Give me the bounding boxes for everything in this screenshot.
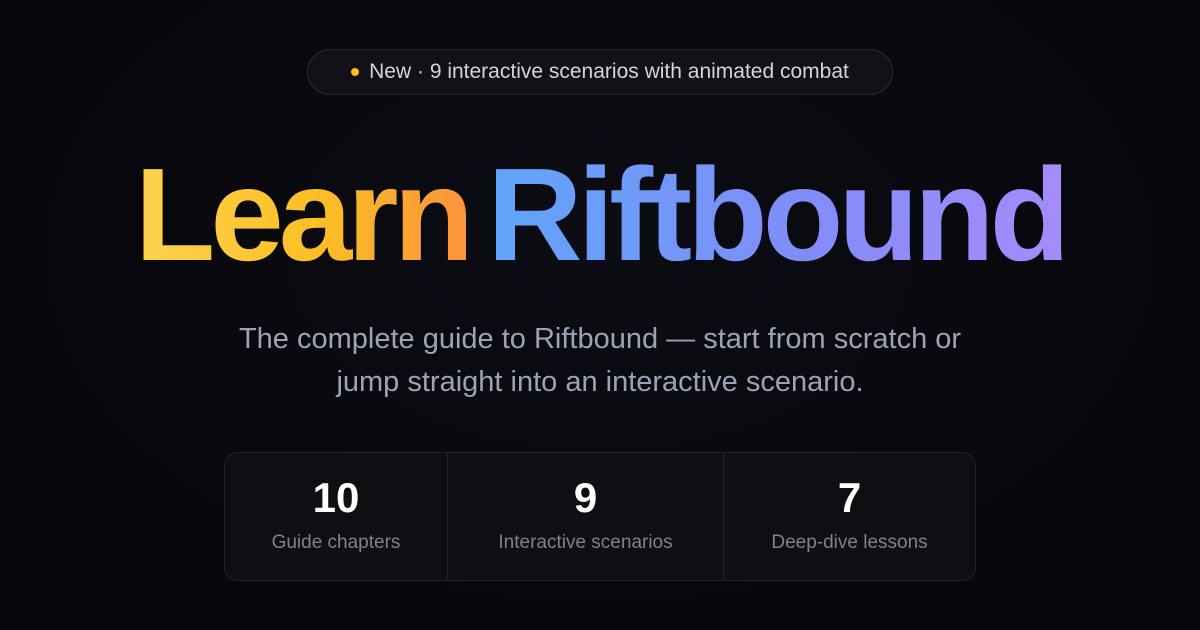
announcement-badge[interactable]: New · 9 interactive scenarios with anima… bbox=[307, 49, 893, 95]
stat-guide-chapters: 10 Guide chapters bbox=[225, 453, 447, 580]
stat-label: Guide chapters bbox=[271, 531, 401, 553]
stats-panel: 10 Guide chapters 9 Interactive scenario… bbox=[224, 452, 976, 581]
announcement-text: New · 9 interactive scenarios with anima… bbox=[369, 60, 849, 83]
stat-label: Deep-dive lessons bbox=[771, 531, 928, 553]
subtitle-line-1: The complete guide to Riftbound — start … bbox=[238, 323, 962, 355]
stat-value: 9 bbox=[573, 473, 598, 521]
stat-value: 10 bbox=[312, 473, 360, 521]
page-title: Learn Riftbound bbox=[0, 140, 1200, 290]
status-dot-icon bbox=[351, 68, 360, 76]
stat-interactive-scenarios: 9 Interactive scenarios bbox=[447, 453, 723, 580]
title-learn: Learn bbox=[134, 141, 474, 288]
stat-value: 7 bbox=[837, 473, 862, 521]
title-riftbound: Riftbound bbox=[487, 141, 1070, 288]
page-subtitle: The complete guide to Riftbound — start … bbox=[150, 318, 1050, 404]
hero-page: New · 9 interactive scenarios with anima… bbox=[0, 0, 1200, 630]
stat-deep-dive-lessons: 7 Deep-dive lessons bbox=[723, 453, 975, 580]
subtitle-line-2: jump straight into an interactive scenar… bbox=[336, 366, 864, 398]
stat-label: Interactive scenarios bbox=[498, 531, 673, 553]
